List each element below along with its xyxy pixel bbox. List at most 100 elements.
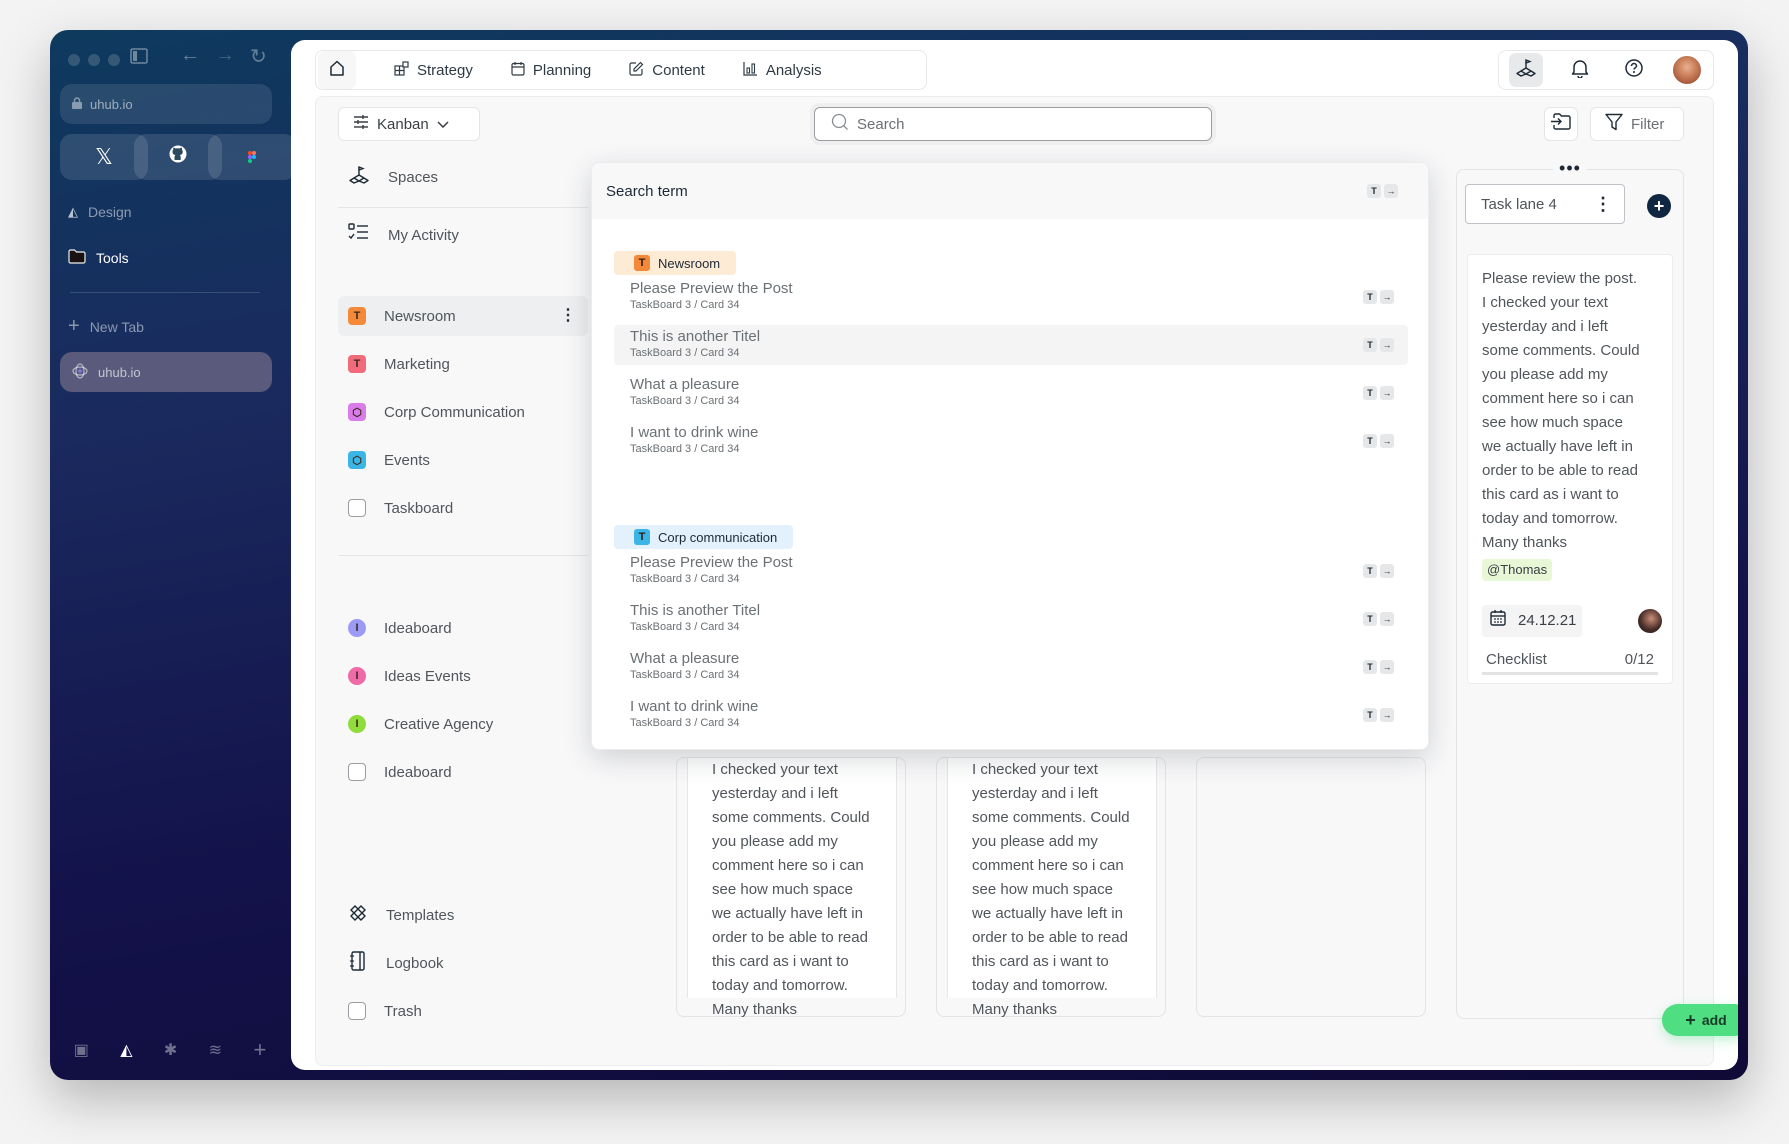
filter-icon <box>1605 113 1623 135</box>
design-space-icon[interactable]: ◭ <box>120 1040 132 1060</box>
search-result[interactable]: Please Preview the Post TaskBoard 3 / Car… <box>614 551 1408 591</box>
idea-ideas-events[interactable]: I Ideas Events <box>338 656 588 696</box>
view-selector[interactable]: Kanban <box>338 107 480 141</box>
calendar-icon <box>511 61 525 80</box>
search-result[interactable]: I want to drink wine TaskBoard 3 / Card 3… <box>614 421 1408 461</box>
new-tab-button[interactable]: + New Tab <box>68 315 144 338</box>
mention-tag[interactable]: @Thomas <box>1482 559 1553 581</box>
search-input[interactable]: Search <box>814 107 1212 141</box>
card-text: I checked your text yesterday and i left s… <box>972 758 1156 1022</box>
filter-button[interactable]: Filter <box>1590 107 1684 141</box>
due-date[interactable]: 24.12.21 <box>1482 605 1582 637</box>
card-text-line: comment here so i can <box>712 857 864 874</box>
folder-design[interactable]: ◭ Design <box>68 204 132 220</box>
card-text-line: yesterday and i left <box>972 785 1098 802</box>
add-button[interactable]: + add <box>1662 1004 1738 1036</box>
result-title: This is another Titel <box>630 328 761 345</box>
result-path: TaskBoard 3 / Card 34 <box>630 443 740 455</box>
divider <box>338 207 588 208</box>
task-card[interactable]: I checked your text yesterday and i left s… <box>947 758 1157 1018</box>
sidebar-toggle-icon[interactable] <box>130 47 148 70</box>
tab-strategy[interactable]: Strategy <box>394 60 473 80</box>
result-group-tag[interactable]: T Corp communication <box>614 525 794 549</box>
keyboard-shortcut: T → <box>1363 660 1394 674</box>
nav-trash[interactable]: Trash <box>338 991 588 1031</box>
card-text-line: order to be able to read <box>712 929 868 946</box>
move-to-folder-button[interactable] <box>1544 107 1578 141</box>
folder-import-icon <box>1550 113 1572 135</box>
idea-badge-i: I <box>348 667 366 685</box>
user-avatar[interactable] <box>1671 54 1703 86</box>
forward-arrow-icon[interactable]: → <box>215 44 235 67</box>
folder-tools[interactable]: Tools <box>68 249 129 267</box>
lane-drag-handle[interactable]: ••• <box>1553 159 1587 177</box>
back-arrow-icon[interactable]: ← <box>180 44 200 67</box>
task-card[interactable]: Please review the post. I checked your te… <box>1467 254 1673 684</box>
search-result[interactable]: What a pleasure TaskBoard 3 / Card 34 T → <box>614 373 1408 413</box>
uhub-logo-icon <box>72 362 88 382</box>
templates-icon <box>348 903 368 927</box>
card-text-line: this card as i want to <box>972 953 1109 970</box>
assignee-avatar[interactable] <box>1638 609 1662 633</box>
keyboard-shortcut: T → <box>1363 434 1394 448</box>
idea-creative-agency[interactable]: I Creative Agency <box>338 704 588 744</box>
lane-title-field[interactable]: Task lane 4 ⋮ <box>1465 184 1625 224</box>
add-card-button[interactable]: + <box>1647 194 1671 218</box>
plus-icon: + <box>1653 195 1665 216</box>
help-button[interactable] <box>1617 53 1651 87</box>
notifications-button[interactable] <box>1563 53 1597 87</box>
asterisk-icon[interactable]: ✱ <box>164 1040 177 1060</box>
more-vertical-icon[interactable]: ⋮ <box>560 308 576 324</box>
reload-icon[interactable]: ↻ <box>250 44 267 69</box>
browser-tab-active[interactable]: uhub.io <box>60 352 272 392</box>
result-title: What a pleasure <box>630 650 740 667</box>
activity-icon <box>348 223 370 247</box>
search-term-row[interactable]: Search term T → <box>592 163 1428 219</box>
search-result[interactable]: Please Preview the Post TaskBoard 3 / Car… <box>614 277 1408 317</box>
search-result[interactable]: What a pleasure TaskBoard 3 / Card 34 T → <box>614 647 1408 687</box>
spaces-icon <box>348 164 370 190</box>
archive-icon[interactable]: ▣ <box>74 1040 89 1060</box>
board-empty-icon <box>348 763 366 781</box>
home-button[interactable] <box>318 51 356 89</box>
address-bar[interactable]: uhub.io <box>60 84 272 124</box>
search-result[interactable]: This is another Titel TaskBoard 3 / Card … <box>614 599 1408 639</box>
checklist[interactable]: Checklist 0/12 <box>1482 647 1658 675</box>
more-vertical-icon[interactable]: ⋮ <box>1594 194 1612 215</box>
tab-analysis[interactable]: Analysis <box>743 61 822 80</box>
idea-ideaboard[interactable]: I Ideaboard <box>338 608 588 648</box>
board-marketing[interactable]: T Marketing <box>338 344 588 384</box>
checklist-progress: 0/12 <box>1624 650 1654 668</box>
plus-icon: + <box>1685 1009 1696 1030</box>
favorite-figma[interactable] <box>208 134 296 180</box>
card-text-line: some comments. Could <box>1482 342 1640 359</box>
idea-ideaboard-2[interactable]: Ideaboard <box>338 752 588 792</box>
board-events[interactable]: ⬡ Events <box>338 440 588 480</box>
nav-logbook[interactable]: Logbook <box>338 943 588 983</box>
maximize-window-button[interactable] <box>108 54 120 66</box>
card-text: I checked your text yesterday and i left s… <box>712 758 896 1022</box>
board-taskboard[interactable]: Taskboard <box>338 488 588 528</box>
layers-icon[interactable]: ≋ <box>209 1040 222 1060</box>
board-newsroom[interactable]: T Newsroom ⋮ <box>338 296 588 336</box>
search-result[interactable]: I want to drink wine TaskBoard 3 / Card 3… <box>614 695 1408 735</box>
nav-spaces[interactable]: Spaces <box>338 157 588 197</box>
card-text-line: see how much space <box>712 881 853 898</box>
nav-my-activity[interactable]: My Activity <box>338 215 588 255</box>
filter-label: Filter <box>1631 115 1665 133</box>
tab-planning[interactable]: Planning <box>511 61 591 80</box>
cube-icon: ⬡ <box>348 451 366 469</box>
idea-badge-i: I <box>348 715 366 733</box>
board-corp-communication[interactable]: ⬡ Corp Communication <box>338 392 588 432</box>
board-badge-t: T <box>348 307 366 325</box>
task-card[interactable]: I checked your text yesterday and i left s… <box>687 758 897 1018</box>
nav-templates[interactable]: Templates <box>338 895 588 935</box>
tab-content[interactable]: Content <box>629 61 705 80</box>
minimize-window-button[interactable] <box>88 54 100 66</box>
add-space-icon[interactable]: + <box>253 1037 266 1063</box>
search-result[interactable]: This is another Titel TaskBoard 3 / Card … <box>614 325 1408 365</box>
github-icon <box>168 144 188 170</box>
result-group-tag[interactable]: T Newsroom <box>614 251 737 275</box>
spaces-button[interactable] <box>1509 53 1543 87</box>
close-window-button[interactable] <box>68 54 80 66</box>
